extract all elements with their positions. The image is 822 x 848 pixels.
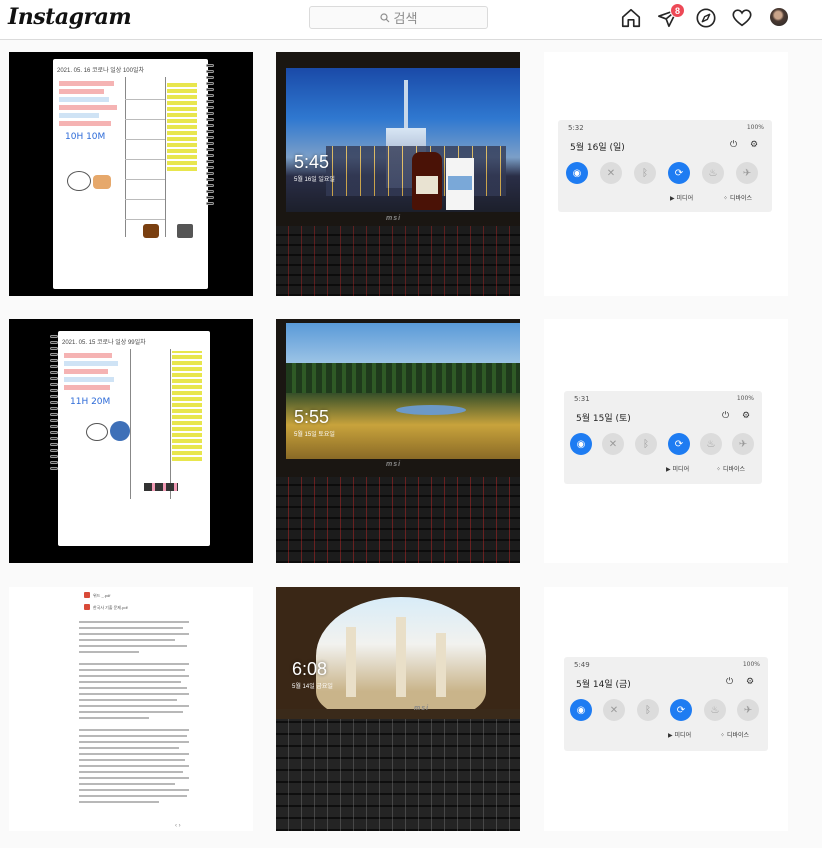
- lockscreen-city: 5:45 5월 16일 일요일: [286, 68, 520, 212]
- home-icon[interactable]: [620, 7, 642, 29]
- autorotate-toggle-icon: ⟳: [670, 699, 692, 721]
- drink-box: [446, 158, 474, 210]
- media-label: ▶ 미디어: [666, 466, 690, 473]
- sound-toggle-icon: ✕: [602, 433, 624, 455]
- panel-date: 5월 15일 (토): [576, 414, 631, 424]
- media-label: ▶ 미디어: [668, 732, 692, 739]
- panel-date: 5월 14일 (금): [576, 680, 631, 690]
- post-thumbnail-6[interactable]: 5:31 100% 5월 15일 (토) ⏻ ⚙ ◉ ✕ ᛒ ⟳ ♨ ✈ ▶ 미…: [544, 319, 788, 563]
- spiral-binding: [206, 64, 214, 208]
- status-time: 5:31: [574, 395, 590, 403]
- profile-avatar[interactable]: [770, 8, 788, 26]
- lock-date: 5월 14일 금요일: [292, 684, 333, 690]
- post-thumbnail-3[interactable]: 5:32 100% 5월 16일 (일) ⏻ ⚙ ◉ ✕ ᛒ ⟳ ♨ ✈ ▶ 미…: [544, 52, 788, 296]
- lockscreen-ruins: 6:08 5월 14일 금요일: [276, 587, 520, 709]
- post-thumbnail-7[interactable]: 위드 _.pdf 한국사 기출 문제.pdf ‹ ›: [9, 587, 253, 831]
- planner-date-title: 2021. 05. 16 코로나 일상 100일차: [57, 68, 145, 74]
- notification-badge: 8: [670, 3, 685, 18]
- airplane-toggle-icon: ✈: [736, 162, 758, 184]
- devices-label: ⁘ 디바이스: [723, 195, 753, 202]
- quick-settings-panel: 5:49 100% 5월 14일 (금) ⏻ ⚙ ◉ ✕ ᛒ ⟳ ♨ ✈ ▶ 미…: [564, 657, 768, 751]
- gear-icon: ⚙: [742, 411, 751, 421]
- post-thumbnail-8[interactable]: 6:08 5월 14일 금요일 msi: [276, 587, 520, 831]
- study-time-text: 11H 20M: [70, 397, 111, 407]
- bluetooth-toggle-icon: ᛒ: [634, 162, 656, 184]
- battery-status: 100%: [746, 124, 764, 131]
- status-time: 5:49: [574, 661, 590, 669]
- battery-status: 100%: [742, 661, 760, 668]
- lock-date: 5월 15일 토요일: [294, 432, 335, 438]
- planner-date-title: 2021. 05. 15 코로나 일상 99일차: [62, 340, 146, 346]
- pager-arrows: ‹ ›: [175, 823, 181, 829]
- spiral-binding: [50, 335, 58, 473]
- sound-toggle-icon: ✕: [603, 699, 625, 721]
- pdf-file-icon: [84, 604, 90, 610]
- pdf-file-icon: [84, 592, 90, 598]
- planner-page: 2021. 05. 15 코로나 일상 99일차 11H 20M: [58, 331, 210, 546]
- media-label: ▶ 미디어: [670, 195, 694, 202]
- bluetooth-toggle-icon: ᛒ: [635, 433, 657, 455]
- wifi-toggle-icon: ◉: [566, 162, 588, 184]
- post-thumbnail-9[interactable]: 5:49 100% 5월 14일 (금) ⏻ ⚙ ◉ ✕ ᛒ ⟳ ♨ ✈ ▶ 미…: [544, 587, 788, 831]
- lock-clock: 6:08: [292, 659, 328, 679]
- keyboard: [276, 719, 520, 831]
- top-nav-bar: Instagram 검색 8: [0, 0, 822, 40]
- gear-icon: ⚙: [746, 677, 755, 687]
- post-thumbnail-5[interactable]: 5:55 5월 15일 토요일 msi: [276, 319, 520, 563]
- lockscreen-field: 5:55 5월 15일 토요일: [286, 323, 520, 459]
- status-time: 5:32: [568, 124, 584, 132]
- devices-label: ⁘ 디바이스: [716, 466, 746, 473]
- gear-icon: ⚙: [750, 140, 759, 150]
- quick-settings-panel: 5:32 100% 5월 16일 (일) ⏻ ⚙ ◉ ✕ ᛒ ⟳ ♨ ✈ ▶ 미…: [558, 120, 772, 212]
- explore-compass-icon[interactable]: [695, 7, 717, 29]
- msi-logo: msi: [414, 705, 430, 712]
- wifi-toggle-icon: ◉: [570, 433, 592, 455]
- power-icon: ⏻: [722, 411, 730, 421]
- pdf-filename-2: 한국사 기출 문제.pdf: [93, 605, 128, 610]
- quick-settings-panel: 5:31 100% 5월 15일 (토) ⏻ ⚙ ◉ ✕ ᛒ ⟳ ♨ ✈ ▶ 미…: [564, 391, 762, 484]
- bottle: [412, 152, 442, 210]
- flashlight-toggle-icon: ♨: [700, 433, 722, 455]
- bluetooth-toggle-icon: ᛒ: [637, 699, 659, 721]
- lock-date: 5월 16일 일요일: [294, 177, 335, 183]
- airplane-toggle-icon: ✈: [732, 433, 754, 455]
- lock-clock: 5:55: [294, 407, 330, 427]
- post-thumbnail-1[interactable]: 2021. 05. 16 코로나 일상 100일차 10H 10M: [9, 52, 253, 296]
- autorotate-toggle-icon: ⟳: [668, 162, 690, 184]
- devices-label: ⁘ 디바이스: [720, 732, 750, 739]
- planner-page: 2021. 05. 16 코로나 일상 100일차 10H 10M: [53, 59, 208, 289]
- activity-heart-icon[interactable]: [731, 7, 753, 29]
- flashlight-toggle-icon: ♨: [702, 162, 724, 184]
- flashlight-toggle-icon: ♨: [704, 699, 726, 721]
- instagram-logo[interactable]: Instagram: [8, 4, 132, 30]
- search-input[interactable]: 검색: [309, 6, 488, 29]
- airplane-toggle-icon: ✈: [737, 699, 759, 721]
- study-time-text: 10H 10M: [65, 132, 106, 142]
- post-thumbnail-4[interactable]: 2021. 05. 15 코로나 일상 99일차 11H 20M: [9, 319, 253, 563]
- sound-toggle-icon: ✕: [600, 162, 622, 184]
- search-icon: [379, 12, 389, 22]
- panel-date: 5월 16일 (일): [570, 143, 625, 153]
- msi-logo: msi: [386, 215, 402, 222]
- msi-logo: msi: [386, 461, 402, 468]
- pdf-filename-1: 위드 _.pdf: [93, 593, 111, 598]
- post-thumbnail-2[interactable]: 5:45 5월 16일 일요일 msi: [276, 52, 520, 296]
- power-icon: ⏻: [730, 140, 738, 150]
- keyboard: [276, 477, 520, 563]
- autorotate-toggle-icon: ⟳: [668, 433, 690, 455]
- battery-status: 100%: [736, 395, 754, 402]
- lock-clock: 5:45: [294, 152, 330, 172]
- search-placeholder: 검색: [393, 11, 418, 26]
- wifi-toggle-icon: ◉: [570, 699, 592, 721]
- keyboard: [276, 226, 520, 296]
- power-icon: ⏻: [726, 677, 734, 687]
